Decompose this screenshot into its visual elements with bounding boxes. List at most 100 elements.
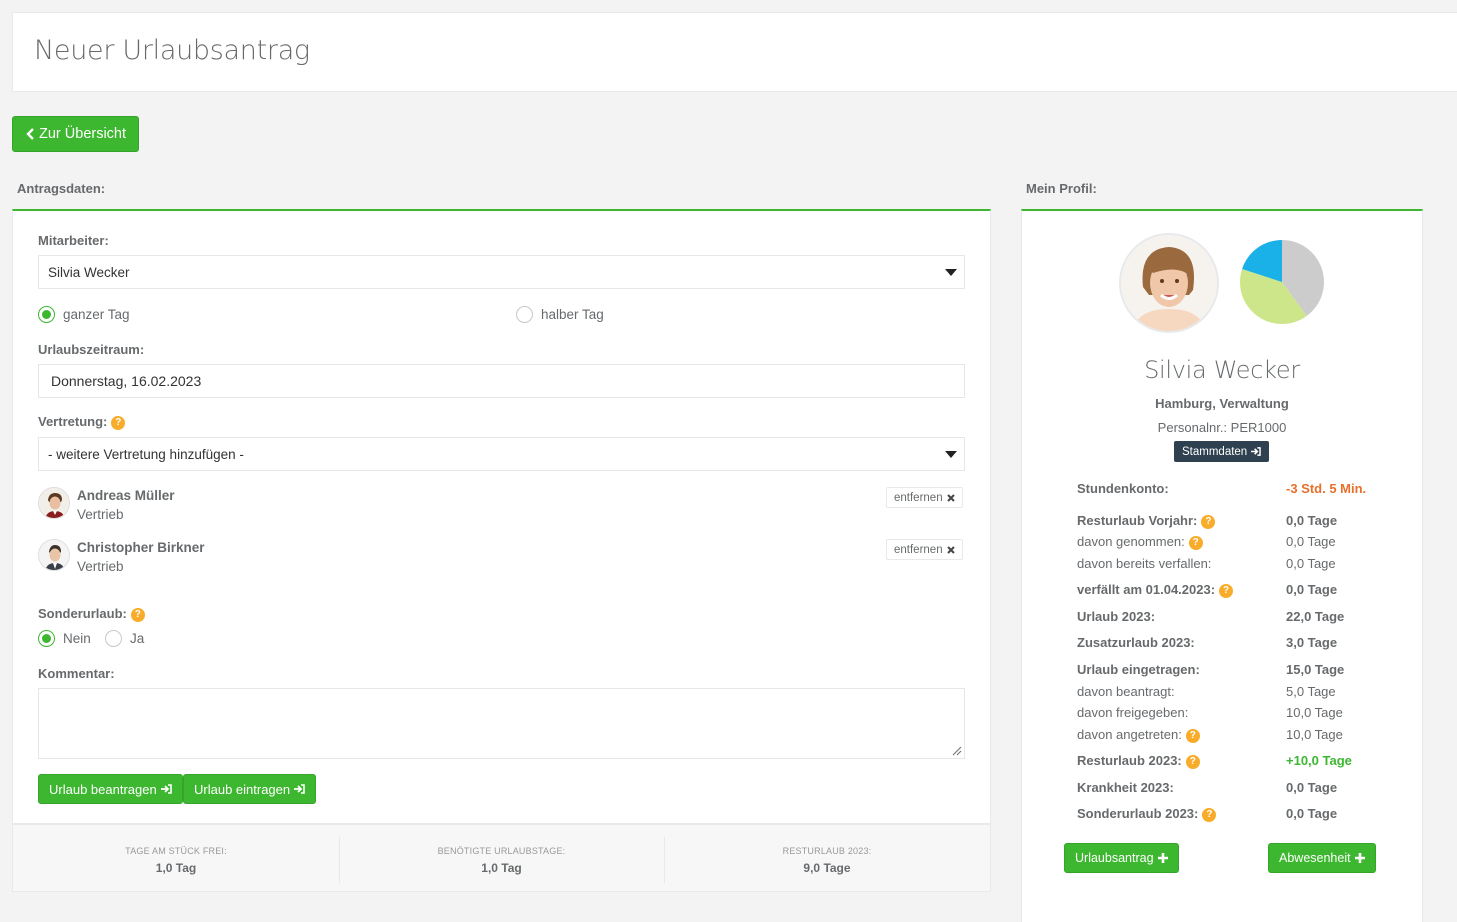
period-input[interactable]: Donnerstag, 16.02.2023 (38, 364, 965, 398)
avatar (38, 539, 70, 571)
row-key-wrap: davon angetreten:? (1077, 727, 1200, 743)
help-icon[interactable]: ? (1219, 584, 1234, 598)
avatar (1119, 233, 1219, 333)
profile-location: Hamburg, Verwaltung (1155, 396, 1289, 411)
profile-name: Silvia Wecker (1144, 356, 1300, 384)
row-value: 0,0 Tage (1286, 806, 1338, 821)
remove-substitute-button[interactable]: entfernen (886, 539, 963, 560)
sign-in-icon (160, 784, 172, 794)
help-icon[interactable]: ? (1188, 536, 1203, 550)
help-icon[interactable]: ? (130, 608, 145, 622)
row-value: -3 Std. 5 Min. (1286, 481, 1367, 496)
row-value: 5,0 Tage (1286, 684, 1336, 699)
vacation-request-button[interactable]: Urlaubsantrag (1064, 843, 1179, 873)
row-key: Resturlaub 2023: (1077, 753, 1182, 768)
stat-consecutive-days: Tage am Stück frei: 1,0 Tag (13, 825, 339, 891)
row-value: 0,0 Tage (1286, 780, 1338, 795)
plus-icon (1157, 853, 1168, 863)
close-icon (946, 545, 955, 554)
enter-vacation-button[interactable]: Urlaub eintragen (183, 774, 317, 804)
special-leave-label: Sonderurlaub:? (38, 606, 145, 622)
help-icon[interactable]: ? (111, 416, 126, 430)
row-key: Urlaub 2023: (1077, 609, 1156, 624)
profile-personnel-nr: Personalnr.: PER1000 (1157, 420, 1287, 435)
special-leave-yes-label: Ja (130, 631, 145, 646)
row-value: 10,0 Tage (1286, 705, 1343, 720)
row-value: 22,0 Tage (1286, 609, 1345, 624)
substitute-dept: Vertrieb (77, 507, 124, 522)
special-leave-yes-radio[interactable] (105, 630, 122, 647)
avatar (38, 487, 70, 519)
page-title: Neuer Urlaubsantrag (34, 35, 310, 66)
row-key: davon bereits verfallen: (1077, 556, 1212, 571)
stat-label: Benötigte Urlaubstage: (437, 846, 566, 856)
row-key: Resturlaub Vorjahr: (1077, 513, 1198, 528)
row-value: 0,0 Tage (1286, 534, 1336, 549)
substitute-select[interactable]: - weitere Vertretung hinzufügen - (38, 437, 965, 471)
row-key-wrap: davon genommen:? (1077, 534, 1203, 550)
caret-down-icon (945, 451, 957, 458)
stat-label: Resturlaub 2023: (782, 846, 872, 856)
special-leave-no-label: Nein (63, 631, 91, 646)
row-key: Krankheit 2023: (1077, 780, 1174, 795)
substitute-name: Andreas Müller (77, 488, 175, 503)
row-key-wrap: verfällt am 01.04.2023:? (1077, 582, 1234, 598)
profile-photo (1121, 235, 1217, 331)
row-value: 0,0 Tage (1286, 582, 1338, 597)
row-key: davon angetreten: (1077, 727, 1182, 742)
sign-in-icon (1251, 447, 1261, 456)
half-day-label: halber Tag (541, 307, 604, 322)
remove-label: entfernen (894, 543, 943, 556)
chevron-left-icon (26, 128, 34, 140)
stat-remaining-days: Resturlaub 2023: 9,0 Tage (664, 825, 990, 891)
row-key: Stundenkonto: (1077, 481, 1169, 496)
row-value: +10,0 Tage (1286, 753, 1352, 768)
row-key: davon freigegeben: (1077, 705, 1189, 720)
vacation-pie-chart (1240, 240, 1324, 324)
help-icon[interactable]: ? (1202, 808, 1217, 822)
profile-section-label: Mein Profil: (1026, 181, 1097, 196)
substitute-select-value: - weitere Vertretung hinzufügen - (48, 446, 244, 462)
employee-select[interactable]: Silvia Wecker (38, 255, 965, 289)
absence-button[interactable]: Abwesenheit (1268, 843, 1376, 873)
row-value: 0,0 Tage (1286, 513, 1338, 528)
request-vacation-button[interactable]: Urlaub beantragen (38, 774, 183, 804)
row-key-wrap: Sonderurlaub 2023:? (1077, 806, 1217, 822)
page-header: Neuer Urlaubsantrag (12, 12, 1457, 92)
row-value: 10,0 Tage (1286, 727, 1343, 742)
period-label: Urlaubszeitraum: (38, 342, 145, 357)
close-icon (946, 493, 955, 502)
row-key-wrap: Resturlaub 2023:? (1077, 753, 1200, 769)
master-data-label: Stammdaten (1182, 445, 1248, 458)
special-leave-no-radio[interactable] (38, 630, 55, 647)
substitute-label-text: Vertretung: (38, 414, 108, 429)
master-data-button[interactable]: Stammdaten (1174, 441, 1270, 462)
row-key: Urlaub eingetragen: (1077, 662, 1200, 677)
comment-label: Kommentar: (38, 666, 115, 681)
plus-icon (1354, 853, 1365, 863)
half-day-radio[interactable] (516, 306, 533, 323)
row-value: 15,0 Tage (1286, 662, 1345, 677)
resize-handle-icon[interactable] (950, 744, 962, 756)
help-icon[interactable]: ? (1185, 755, 1200, 769)
row-key: davon genommen: (1077, 534, 1185, 549)
help-icon[interactable]: ? (1185, 729, 1200, 743)
form-section-label: Antragsdaten: (17, 181, 106, 196)
remove-substitute-button[interactable]: entfernen (886, 487, 963, 508)
back-button-label: Zur Übersicht (39, 126, 127, 142)
request-vacation-label: Urlaub beantragen (49, 781, 157, 797)
help-icon[interactable]: ? (1201, 515, 1216, 529)
substitute-name: Christopher Birkner (77, 540, 205, 555)
stat-required-days: Benötigte Urlaubstage: 1,0 Tag (339, 825, 664, 891)
period-input-value: Donnerstag, 16.02.2023 (51, 373, 202, 389)
stat-value: 9,0 Tage (803, 861, 851, 875)
comment-textarea[interactable] (38, 688, 965, 759)
full-day-radio[interactable] (38, 306, 55, 323)
substitute-label: Vertretung:? (38, 414, 126, 430)
row-value: 3,0 Tage (1286, 635, 1338, 650)
vacation-request-label: Urlaubsantrag (1075, 851, 1154, 865)
back-to-overview-button[interactable]: Zur Übersicht (12, 116, 140, 152)
stat-value: 1,0 Tag (155, 861, 197, 875)
row-key-wrap: Resturlaub Vorjahr:? (1077, 513, 1216, 529)
row-key: davon beantragt: (1077, 684, 1175, 699)
